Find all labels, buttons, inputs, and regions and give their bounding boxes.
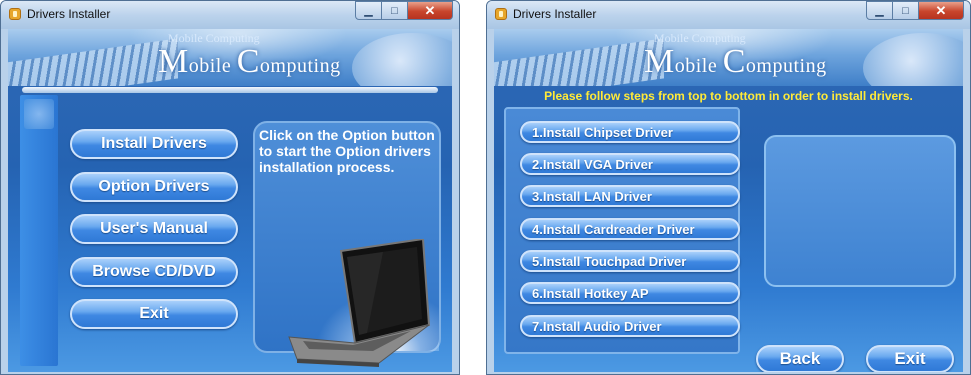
app-icon <box>9 8 21 20</box>
app-icon <box>495 8 507 20</box>
minimize-button[interactable]: ▁ <box>355 1 382 20</box>
back-button[interactable]: Back <box>756 345 844 372</box>
banner-title-part1: obile <box>188 55 237 77</box>
install-vga-driver-button[interactable]: 2.Install VGA Driver <box>520 153 740 175</box>
progress-bar <box>22 87 438 93</box>
window-title: Drivers Installer <box>27 7 111 21</box>
banner: Mobile Computing Mobile Computing <box>8 29 452 86</box>
option-drivers-button[interactable]: Option Drivers <box>70 172 238 202</box>
banner-title-part2: omputing <box>259 55 341 77</box>
install-chipset-driver-button[interactable]: 1.Install Chipset Driver <box>520 121 740 143</box>
close-button[interactable]: ✕ <box>919 1 964 20</box>
window-content: Mobile Computing Mobile Computing Please… <box>494 29 963 372</box>
install-drivers-button[interactable]: Install Drivers <box>70 129 238 159</box>
banner-title-cap-c: C <box>236 43 260 80</box>
maximize-button[interactable]: □ <box>382 1 408 20</box>
banner-title-cap-m: M <box>644 43 675 80</box>
install-audio-driver-button[interactable]: 7.Install Audio Driver <box>520 315 740 337</box>
maximize-icon: □ <box>391 4 398 17</box>
maximize-icon: □ <box>902 4 909 17</box>
window-content: Mobile Computing Mobile Computing Instal… <box>8 29 452 372</box>
exit-button[interactable]: Exit <box>70 299 238 329</box>
preview-panel <box>764 135 956 287</box>
steps-panel: 1.Install Chipset Driver 2.Install VGA D… <box>504 107 740 354</box>
close-icon: ✕ <box>424 2 436 18</box>
drivers-installer-window-main: Drivers Installer ▁ □ ✕ Mobile Computing… <box>0 0 460 375</box>
decorative-strip <box>20 95 58 366</box>
banner-title: Mobile Computing <box>158 43 341 81</box>
install-hotkey-ap-button[interactable]: 6.Install Hotkey AP <box>520 282 740 304</box>
users-manual-button[interactable]: User's Manual <box>70 214 238 244</box>
banner-title-cap-m: M <box>158 43 189 80</box>
banner-globe-image <box>863 33 963 86</box>
banner: Mobile Computing Mobile Computing <box>494 29 963 86</box>
minimize-icon: ▁ <box>875 5 884 17</box>
info-panel: Click on the Option button to start the … <box>253 121 441 367</box>
exit-button[interactable]: Exit <box>866 345 954 372</box>
instruction-text: Please follow steps from top to bottom i… <box>544 89 913 103</box>
window-title: Drivers Installer <box>513 7 597 21</box>
title-bar[interactable]: Drivers Installer ▁ □ ✕ <box>1 1 459 29</box>
banner-globe-image <box>352 33 452 86</box>
close-button[interactable]: ✕ <box>408 1 453 20</box>
close-icon: ✕ <box>935 2 947 18</box>
info-text: Click on the Option button to start the … <box>259 127 435 175</box>
banner-title: Mobile Computing <box>644 43 827 81</box>
minimize-icon: ▁ <box>364 5 373 17</box>
browse-cd-dvd-button[interactable]: Browse CD/DVD <box>70 257 238 287</box>
title-bar[interactable]: Drivers Installer ▁ □ ✕ <box>487 1 970 29</box>
maximize-button[interactable]: □ <box>893 1 919 20</box>
banner-title-cap-c: C <box>722 43 746 80</box>
minimize-button[interactable]: ▁ <box>866 1 893 20</box>
drivers-installer-window-steps: Drivers Installer ▁ □ ✕ Mobile Computing… <box>486 0 971 375</box>
install-touchpad-driver-button[interactable]: 5.Install Touchpad Driver <box>520 250 740 272</box>
install-cardreader-driver-button[interactable]: 4.Install Cardreader Driver <box>520 218 740 240</box>
laptop-image <box>288 239 431 367</box>
install-lan-driver-button[interactable]: 3.Install LAN Driver <box>520 185 740 207</box>
banner-title-part2: omputing <box>745 55 827 77</box>
banner-title-part1: obile <box>674 55 723 77</box>
